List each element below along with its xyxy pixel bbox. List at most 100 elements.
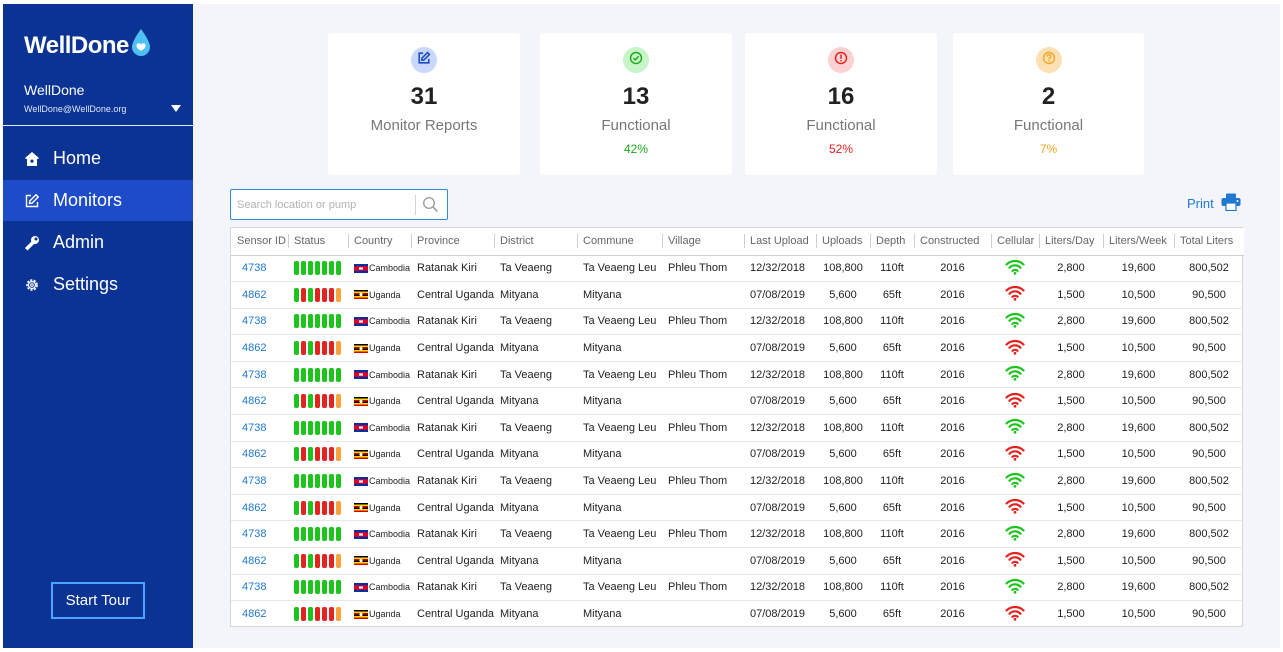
country-cell: Uganda xyxy=(348,547,411,575)
column-header-constructed[interactable]: Constructed xyxy=(914,228,991,256)
province-cell: Ratanak Kiri xyxy=(411,361,494,389)
status-bar xyxy=(308,261,313,276)
table-row[interactable]: 4738 Cambodia Ratanak Kiri Ta Veaeng Ta Veae… xyxy=(231,308,1244,336)
table-row[interactable]: 4862 Uganda Central Uganda Mityana Mityana 07… xyxy=(231,441,1244,469)
home-icon xyxy=(23,150,41,168)
status-bar xyxy=(322,287,327,302)
column-header-province[interactable]: Province xyxy=(411,228,494,256)
print-label: Print xyxy=(1187,196,1214,211)
status-bars xyxy=(294,287,341,302)
column-header-district[interactable]: District xyxy=(494,228,577,256)
last-upload-cell: 12/32/2018 xyxy=(744,574,816,602)
uploads-cell: 108,800 xyxy=(816,414,870,442)
sensor-id-link[interactable]: 4738 xyxy=(231,520,288,549)
status-cell xyxy=(288,520,348,549)
table-row[interactable]: 4862 Uganda Central Uganda Mityana Mityana 07… xyxy=(231,547,1244,575)
column-header-sensor-id[interactable]: Sensor ID xyxy=(231,228,288,256)
sensor-id-link[interactable]: 4738 xyxy=(231,308,288,336)
logo-text: WellDone xyxy=(24,31,129,59)
sensor-id-link[interactable]: 4862 xyxy=(231,601,288,628)
cambodia-flag-icon xyxy=(354,583,368,593)
village-cell: Phleu Thom xyxy=(662,467,744,495)
status-bar xyxy=(308,580,313,595)
status-bar xyxy=(329,553,334,568)
sidebar-item-admin[interactable]: Admin xyxy=(3,222,193,263)
status-bar xyxy=(315,367,320,382)
status-bar xyxy=(336,314,341,329)
district-cell: Ta Veaeng xyxy=(494,414,577,442)
status-bar xyxy=(315,447,320,462)
table-row[interactable]: 4862 Uganda Central Uganda Mityana Mityana 07… xyxy=(231,387,1244,416)
sensor-id-link[interactable]: 4738 xyxy=(231,361,288,389)
sidebar-item-monitors[interactable]: Monitors xyxy=(3,180,193,221)
water-drop-icon xyxy=(131,28,151,63)
table-row[interactable]: 4862 Uganda Central Uganda Mityana Mityana 07… xyxy=(231,334,1244,362)
status-bar xyxy=(322,447,327,462)
sensor-id-link[interactable]: 4862 xyxy=(231,494,288,522)
sidebar-item-label: Monitors xyxy=(53,190,123,210)
column-header-last-upload[interactable]: Last Upload xyxy=(744,228,816,256)
column-header-status[interactable]: Status xyxy=(288,228,348,256)
card-badge xyxy=(1035,47,1062,73)
table-row[interactable]: 4738 Cambodia Ratanak Kiri Ta Veaeng Ta Veae… xyxy=(231,467,1244,495)
sensor-id-link[interactable]: 4862 xyxy=(231,281,288,309)
table-row[interactable]: 4738 Cambodia Ratanak Kiri Ta Veaeng Ta Veae… xyxy=(231,255,1244,283)
village-cell: Phleu Thom xyxy=(662,414,744,442)
table-row[interactable]: 4738 Cambodia Ratanak Kiri Ta Veaeng Ta Veae… xyxy=(231,414,1244,442)
status-bar xyxy=(301,553,306,568)
uploads-cell: 5,600 xyxy=(816,334,870,362)
status-bar xyxy=(322,553,327,568)
province-cell: Central Uganda xyxy=(411,441,494,469)
card-functional: 13 Functional 42% xyxy=(540,33,732,175)
print-button[interactable]: Print xyxy=(1187,193,1248,214)
liters-day-cell: 2,800 xyxy=(1039,361,1103,389)
status-cell xyxy=(288,547,348,575)
start-tour-button[interactable]: Start Tour xyxy=(51,582,145,619)
sidebar-item-home[interactable]: Home xyxy=(3,138,193,179)
column-header-liters-week[interactable]: Liters/Week xyxy=(1103,228,1174,256)
sensor-id-link[interactable]: 4738 xyxy=(231,467,288,495)
column-header-depth[interactable]: Depth xyxy=(870,228,914,256)
sensor-id-link[interactable]: 4862 xyxy=(231,547,288,575)
village-cell xyxy=(662,494,744,522)
table-row[interactable]: 4862 Uganda Central Uganda Mityana Mityana 07… xyxy=(231,494,1244,522)
status-cell xyxy=(288,441,348,469)
depth-cell: 110ft xyxy=(870,574,914,602)
column-header-cellular[interactable]: Cellular xyxy=(991,228,1039,256)
status-bar xyxy=(315,553,320,568)
sensor-id-link[interactable]: 4738 xyxy=(231,414,288,442)
sensor-id-link[interactable]: 4738 xyxy=(231,255,288,283)
column-header-village[interactable]: Village xyxy=(662,228,744,256)
table-row[interactable]: 4738 Cambodia Ratanak Kiri Ta Veaeng Ta Veae… xyxy=(231,361,1244,389)
table-row[interactable]: 4738 Cambodia Ratanak Kiri Ta Veaeng Ta Veae… xyxy=(231,520,1244,549)
search-icon[interactable] xyxy=(422,196,439,218)
column-header-country[interactable]: Country xyxy=(348,228,411,256)
last-upload-cell: 12/32/2018 xyxy=(744,255,816,283)
sidebar-item-settings[interactable]: Settings xyxy=(3,264,193,305)
sensor-id-link[interactable]: 4738 xyxy=(231,574,288,602)
column-header-commune[interactable]: Commune xyxy=(577,228,662,256)
column-header-total-liters[interactable]: Total Liters xyxy=(1174,228,1244,256)
wifi-strong-icon xyxy=(1005,259,1025,278)
last-upload-cell: 07/08/2019 xyxy=(744,547,816,575)
province-cell: Central Uganda xyxy=(411,281,494,309)
sensor-id-link[interactable]: 4862 xyxy=(231,387,288,416)
total-liters-cell: 800,502 xyxy=(1174,308,1244,336)
user-menu-caret-icon[interactable] xyxy=(171,105,181,112)
sensor-id-link[interactable]: 4862 xyxy=(231,334,288,362)
search-input[interactable] xyxy=(237,197,409,213)
village-cell xyxy=(662,601,744,628)
status-cell xyxy=(288,334,348,362)
table-row[interactable]: 4862 Uganda Central Uganda Mityana Mityana 07… xyxy=(231,601,1244,628)
sensor-id-link[interactable]: 4862 xyxy=(231,441,288,469)
column-header-uploads[interactable]: Uploads xyxy=(816,228,870,256)
country-cell: Cambodia xyxy=(348,308,411,336)
table-row[interactable]: 4862 Uganda Central Uganda Mityana Mityana 07… xyxy=(231,281,1244,309)
constructed-cell: 2016 xyxy=(914,520,991,549)
district-cell: Ta Veaeng xyxy=(494,467,577,495)
uploads-cell: 108,800 xyxy=(816,467,870,495)
column-header-liters-day[interactable]: Liters/Day xyxy=(1039,228,1103,256)
table-row[interactable]: 4738 Cambodia Ratanak Kiri Ta Veaeng Ta Veae… xyxy=(231,574,1244,602)
status-bar xyxy=(315,394,320,409)
village-cell: Phleu Thom xyxy=(662,361,744,389)
